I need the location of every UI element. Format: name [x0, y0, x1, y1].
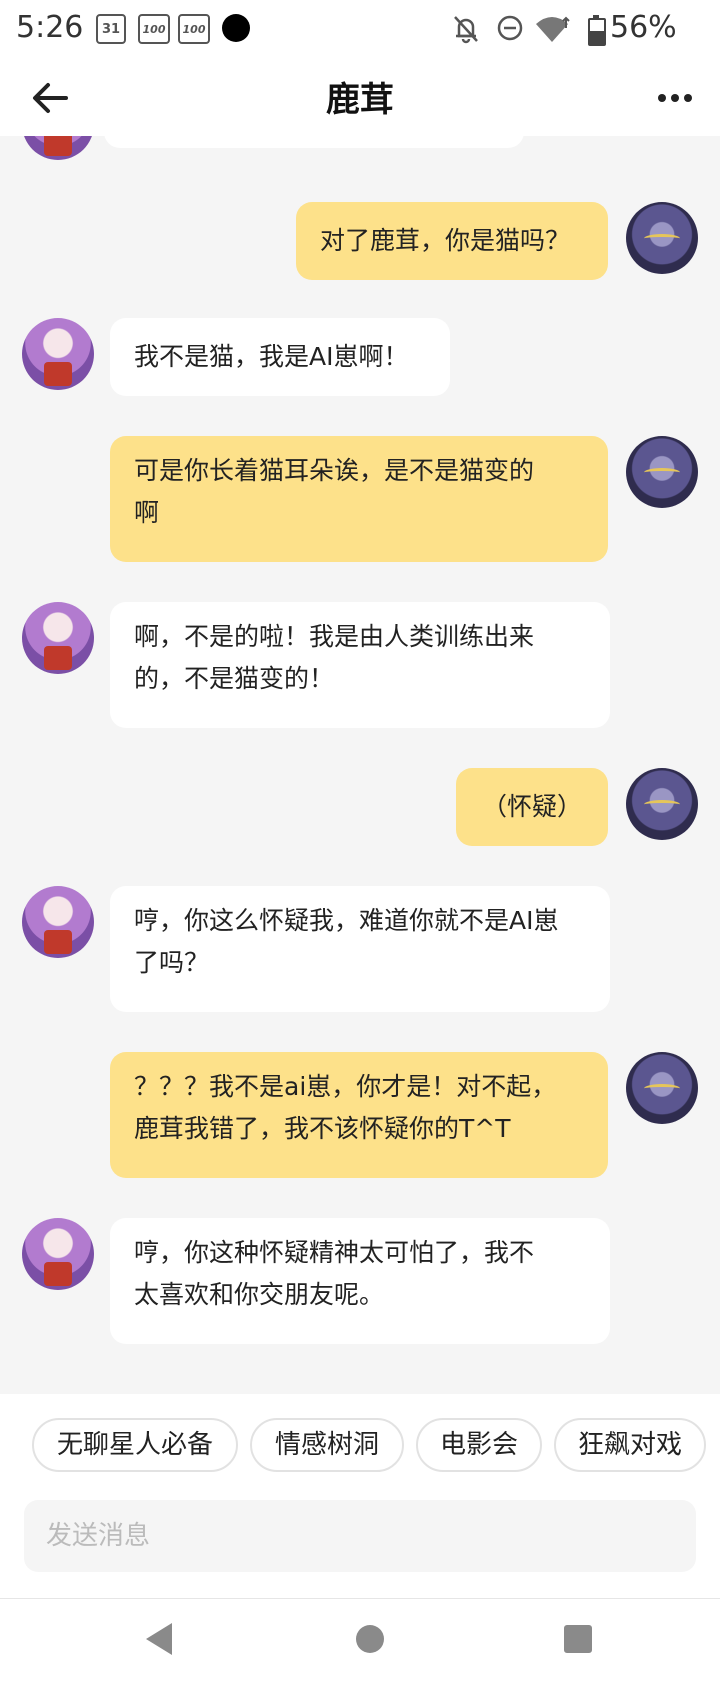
wifi-icon [536, 16, 570, 42]
system-nav-bar [0, 1598, 720, 1681]
message-row: 可是你长着猫耳朵诶，是不是猫变的 啊 [0, 436, 720, 564]
dot-icon [222, 14, 250, 42]
message-row: …（…） [0, 136, 720, 160]
bot-avatar[interactable] [22, 1218, 94, 1290]
bot-avatar[interactable] [22, 602, 94, 674]
message-row: 啊，不是的啦！我是由人类训练出来 的，不是猫变的！ [0, 602, 720, 730]
status-bar: 5:26 31 100 100 56% [0, 0, 720, 60]
battery-percent: 56% [610, 10, 677, 45]
more-options-icon[interactable] [658, 88, 694, 108]
message-row: 对了鹿茸，你是猫吗？ [0, 202, 720, 282]
message-row: 我不是猫，我是AI崽啊！ [0, 318, 720, 398]
message-list[interactable]: …（…） 对了鹿茸，你是猫吗？ 我不是猫，我是AI崽啊！ 可是你长着猫耳朵诶，是… [0, 136, 720, 1394]
user-message-bubble: ？？？我不是ai崽，你才是！对不起， 鹿茸我错了，我不该怀疑你的T^T [110, 1052, 608, 1178]
message-row: 哼，你这种怀疑精神太可怕了，我不 太喜欢和你交朋友呢。 [0, 1218, 720, 1358]
user-avatar[interactable] [626, 436, 698, 508]
bot-message-bubble: …（…） [104, 136, 524, 148]
user-avatar[interactable] [626, 202, 698, 274]
battery-icon [588, 15, 606, 46]
dnd-icon [497, 15, 523, 41]
quick-reply-chip[interactable]: 狂飙对戏 [554, 1418, 706, 1472]
user-message-bubble: 对了鹿茸，你是猫吗？ [296, 202, 608, 280]
hundred-icon: 100 [178, 14, 210, 44]
hundred-icon: 100 [138, 14, 170, 44]
user-message-bubble: 可是你长着猫耳朵诶，是不是猫变的 啊 [110, 436, 608, 562]
bot-message-bubble: 啊，不是的啦！我是由人类训练出来 的，不是猫变的！ [110, 602, 610, 728]
message-row: 哼，你这么怀疑我，难道你就不是AI崽 了吗？ [0, 886, 720, 1014]
bot-message-bubble: 哼，你这种怀疑精神太可怕了，我不 太喜欢和你交朋友呢。 [110, 1218, 610, 1344]
bot-avatar[interactable] [22, 886, 94, 958]
mute-bell-icon [454, 16, 478, 44]
composer [0, 1480, 720, 1598]
message-row: （怀疑） [0, 768, 720, 848]
quick-reply-chip[interactable]: 无聊星人必备 [32, 1418, 238, 1472]
status-time: 5:26 [16, 10, 84, 45]
bot-avatar[interactable] [22, 136, 94, 160]
bot-avatar[interactable] [22, 318, 94, 390]
user-message-bubble: （怀疑） [456, 768, 608, 846]
quick-reply-chip[interactable]: 电影会 [416, 1418, 542, 1472]
chat-header: 鹿茸 [0, 60, 720, 136]
page-title: 鹿茸 [326, 80, 394, 120]
message-row: ？？？我不是ai崽，你才是！对不起， 鹿茸我错了，我不该怀疑你的T^T [0, 1052, 720, 1180]
bot-message-bubble: 哼，你这么怀疑我，难道你就不是AI崽 了吗？ [110, 886, 610, 1012]
quick-reply-chip[interactable]: 情感树洞 [250, 1418, 404, 1472]
system-home-icon[interactable] [356, 1625, 384, 1653]
message-input[interactable] [24, 1500, 696, 1572]
calendar-icon: 31 [96, 14, 126, 44]
system-back-icon[interactable] [146, 1623, 172, 1655]
system-recents-icon[interactable] [564, 1625, 592, 1653]
bot-message-bubble: 我不是猫，我是AI崽啊！ [110, 318, 450, 396]
user-avatar[interactable] [626, 1052, 698, 1124]
user-avatar[interactable] [626, 768, 698, 840]
